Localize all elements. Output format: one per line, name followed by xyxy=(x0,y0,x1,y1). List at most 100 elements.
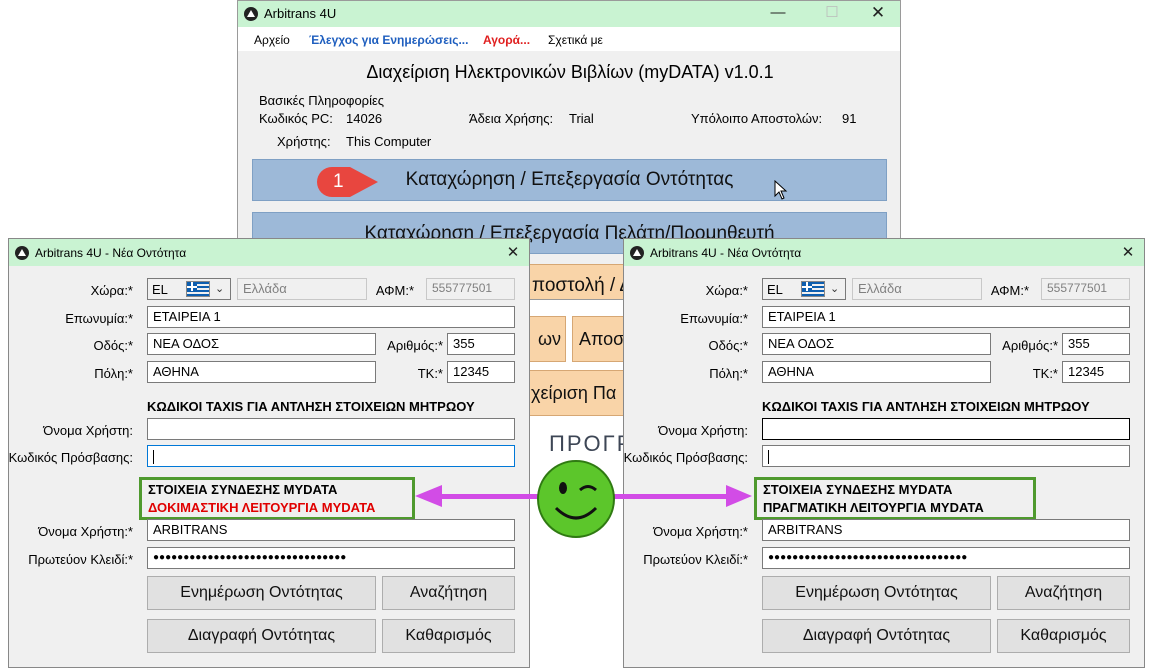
country-name-field: Ελλάδα xyxy=(237,278,367,300)
mydata-key-field[interactable]: ●●●●●●●●●●●●●●●●●●●●●●●●●●●●●●●● xyxy=(147,547,515,569)
taxis-pass-label: Κωδικός Πρόσβασης: xyxy=(623,450,748,465)
clear-button[interactable]: Καθαρισμός xyxy=(382,619,515,653)
small-button-a[interactable]: ων xyxy=(526,316,566,362)
vat-field: 555777501 xyxy=(426,278,515,300)
mydata-info-box: ΣΤΟΙΧΕΙΑ ΣΥΝΔΕΣΗΣ MYDATA ΠΡΑΓΜΑΤΙΚΗ ΛΕΙΤ… xyxy=(754,477,1036,520)
callout-number: 1 xyxy=(333,171,344,192)
text-caret xyxy=(768,449,769,464)
delete-entity-label: Διαγραφή Οντότητας xyxy=(187,627,336,644)
mydata-info-box: ΣΤΟΙΧΕΙΑ ΣΥΝΔΕΣΗΣ MYDATA ΔΟΚΙΜΑΣΤΙΚΗ ΛΕΙ… xyxy=(139,477,415,520)
taxis-section-title: ΚΩΔΙΚΟΙ TAXIS ΓΙΑ ΑΝΤΛΗΣΗ ΣΤΟΙΧΕΙΩΝ ΜΗΤΡ… xyxy=(762,399,1090,414)
user-label: Χρήστης: xyxy=(277,134,331,149)
street-field[interactable]: ΝΕΑ ΟΔΟΣ xyxy=(762,333,991,355)
mydata-key-label: Πρωτεύον Κλειδί:* xyxy=(28,552,133,567)
license-value: Trial xyxy=(569,111,594,126)
menu-check-updates[interactable]: Έλεγχος για Ενημερώσεις... xyxy=(309,33,468,47)
update-entity-button[interactable]: Ενημέρωση Οντότητας xyxy=(762,576,991,610)
text-caret xyxy=(153,449,154,464)
taxis-pass-field[interactable] xyxy=(762,445,1130,467)
mydata-user-label: Όνομα Χρήστη:* xyxy=(38,524,133,539)
info-group-label: Βασικές Πληροφορίες xyxy=(259,93,385,108)
country-label: Χώρα:* xyxy=(90,283,133,298)
number-field[interactable]: 355 xyxy=(1062,333,1130,355)
small-button-b-label: Αποσ xyxy=(579,328,625,349)
number-label: Αριθμός:* xyxy=(1002,338,1058,353)
dialog-title: Arbitrans 4U - Νέα Οντότητα xyxy=(35,246,187,260)
surname-field[interactable]: ΕΤΑΙΡΕΙΑ 1 xyxy=(762,306,1130,328)
mouse-cursor-icon xyxy=(774,180,788,200)
main-heading: Διαχείριση Ηλεκτρονικών Βιβλίων (myDATA)… xyxy=(366,62,774,82)
vat-label: ΑΦΜ:* xyxy=(990,283,1029,298)
zip-label: ΤΚ:* xyxy=(1032,366,1058,381)
surname-label: Επωνυμία:* xyxy=(65,311,133,326)
update-entity-label: Ενημέρωση Οντότητας xyxy=(795,584,958,601)
zip-label: ΤΚ:* xyxy=(417,366,443,381)
street-field[interactable]: ΝΕΑ ΟΔΟΣ xyxy=(147,333,376,355)
menu-about[interactable]: Σχετικά με xyxy=(548,33,603,47)
taxis-pass-field[interactable] xyxy=(147,445,515,467)
pc-code-value: 14026 xyxy=(346,111,383,126)
country-label: Χώρα:* xyxy=(705,283,748,298)
country-name-field: Ελλάδα xyxy=(852,278,982,300)
app-logo-icon xyxy=(244,7,258,21)
remaining-value: 91 xyxy=(842,111,857,126)
callout-shape xyxy=(317,167,378,197)
mydata-title: ΣΤΟΙΧΕΙΑ ΣΥΝΔΕΣΗΣ MYDATA xyxy=(763,482,953,497)
delete-entity-button[interactable]: Διαγραφή Οντότητας xyxy=(762,619,991,653)
search-button[interactable]: Αναζήτηση xyxy=(382,576,515,610)
taxis-pass-label: Κωδικός Πρόσβασης: xyxy=(8,450,133,465)
zip-field[interactable]: 12345 xyxy=(447,361,515,383)
app-logo-icon xyxy=(630,246,644,260)
city-field[interactable]: ΑΘΗΝΑ xyxy=(762,361,991,383)
city-field[interactable]: ΑΘΗΝΑ xyxy=(147,361,376,383)
send-button-partial[interactable]: ποστολή / Δ xyxy=(527,264,637,299)
dialog-close-icon[interactable]: ✕ xyxy=(501,243,525,261)
dialog-close-icon[interactable]: ✕ xyxy=(1116,243,1140,261)
country-code: EL xyxy=(767,282,783,297)
menu-file[interactable]: Αρχείο xyxy=(254,33,290,47)
entity-dialog-production: Arbitrans 4U - Νέα Οντότητα ✕ Χώρα:* EL … xyxy=(623,238,1145,668)
search-button[interactable]: Αναζήτηση xyxy=(997,576,1130,610)
menu-bar: Αρχείο Έλεγχος για Ενημερώσεις... Αγορά.… xyxy=(238,27,900,51)
manage-button-partial[interactable]: χείριση Πα xyxy=(526,370,624,416)
search-label: Αναζήτηση xyxy=(1024,584,1103,601)
user-value: This Computer xyxy=(346,134,432,149)
surname-field[interactable]: ΕΤΑΙΡΕΙΑ 1 xyxy=(147,306,515,328)
mydata-user-field[interactable]: ARBITRANS xyxy=(147,519,515,541)
main-window-title: Arbitrans 4U xyxy=(264,6,337,21)
maximize-icon[interactable]: ☐ xyxy=(817,3,847,21)
clear-button[interactable]: Καθαρισμός xyxy=(997,619,1130,653)
country-select[interactable]: EL ⌄ xyxy=(147,278,231,300)
menu-buy[interactable]: Αγορά... xyxy=(483,33,530,47)
mydata-user-field[interactable]: ARBITRANS xyxy=(762,519,1130,541)
license-label: Άδεια Χρήσης: xyxy=(469,111,554,126)
taxis-user-label: Όνομα Χρήστη: xyxy=(658,423,748,438)
country-code: EL xyxy=(152,282,168,297)
taxis-user-label: Όνομα Χρήστη: xyxy=(43,423,133,438)
small-button-b[interactable]: Αποσ xyxy=(572,316,624,362)
zip-field[interactable]: 12345 xyxy=(1062,361,1130,383)
mydata-user-label: Όνομα Χρήστη:* xyxy=(653,524,748,539)
send-button-label: ποστολή / Δ xyxy=(532,275,633,296)
vat-field: 555777501 xyxy=(1041,278,1130,300)
vat-label: ΑΦΜ:* xyxy=(375,283,414,298)
taxis-user-field[interactable] xyxy=(762,418,1130,440)
dialog-titlebar: Arbitrans 4U - Νέα Οντότητα ✕ xyxy=(9,239,529,266)
minimize-icon[interactable]: — xyxy=(763,4,793,21)
number-field[interactable]: 355 xyxy=(447,333,515,355)
delete-entity-button[interactable]: Διαγραφή Οντότητας xyxy=(147,619,376,653)
country-select[interactable]: EL ⌄ xyxy=(762,278,846,300)
surname-label: Επωνυμία:* xyxy=(680,311,748,326)
taxis-user-field[interactable] xyxy=(147,418,515,440)
street-label: Οδός:* xyxy=(93,338,133,353)
city-label: Πόλη:* xyxy=(709,366,748,381)
mydata-key-field[interactable]: ●●●●●●●●●●●●●●●●●●●●●●●●●●●●●●●●● xyxy=(762,547,1130,569)
program-text-partial: ΠΡΟΓΡ xyxy=(549,431,634,456)
update-entity-button[interactable]: Ενημέρωση Οντότητας xyxy=(147,576,376,610)
manage-button-label: χείριση Πα xyxy=(531,382,617,403)
entity-button-label: Καταχώρηση / Επεξεργασία Οντότητας xyxy=(405,169,734,190)
close-icon[interactable]: ✕ xyxy=(863,3,893,23)
dialog-title: Arbitrans 4U - Νέα Οντότητα xyxy=(650,246,802,260)
street-label: Οδός:* xyxy=(708,338,748,353)
entity-dialog-test: Arbitrans 4U - Νέα Οντότητα ✕ Χώρα:* EL … xyxy=(8,238,530,668)
